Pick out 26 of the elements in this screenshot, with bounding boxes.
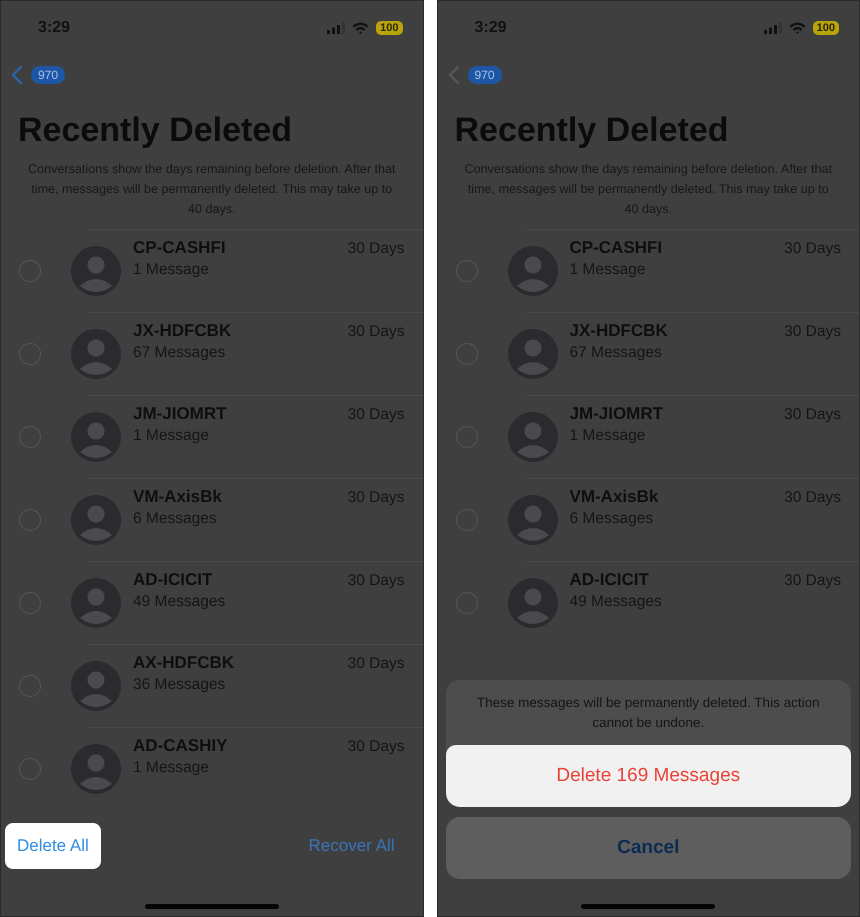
- signal-icon: [764, 22, 782, 34]
- wifi-icon: [352, 22, 370, 34]
- avatar-icon: [508, 328, 558, 378]
- sheet-message: These messages will be permanently deleted. This action cannot be undone.: [476, 694, 821, 732]
- recover-all-button[interactable]: Recover All: [296, 823, 406, 869]
- cancel-button[interactable]: Cancel: [446, 817, 851, 879]
- delete-messages-button[interactable]: Delete 169 Messages: [446, 745, 851, 807]
- avatar-icon: [71, 246, 121, 296]
- unread-count-badge: 970: [31, 66, 66, 84]
- avatar-icon: [71, 328, 121, 378]
- battery-indicator: 100: [376, 21, 402, 35]
- delete-all-button[interactable]: Delete All: [5, 823, 101, 869]
- battery-indicator: 100: [812, 21, 839, 35]
- avatar-icon: [508, 494, 558, 544]
- avatar-icon: [71, 660, 121, 710]
- wifi-icon: [788, 22, 806, 34]
- avatar-icon: [71, 578, 121, 628]
- avatar-icon: [508, 246, 558, 296]
- unread-count-badge: 970: [468, 66, 502, 84]
- avatar-icon: [71, 744, 121, 794]
- avatar-icon: [508, 578, 558, 628]
- signal-icon: [327, 22, 346, 34]
- avatar-icon: [71, 494, 121, 544]
- avatar-icon: [508, 412, 558, 462]
- avatar-icon: [71, 412, 121, 462]
- back-chevron-icon[interactable]: [11, 65, 23, 85]
